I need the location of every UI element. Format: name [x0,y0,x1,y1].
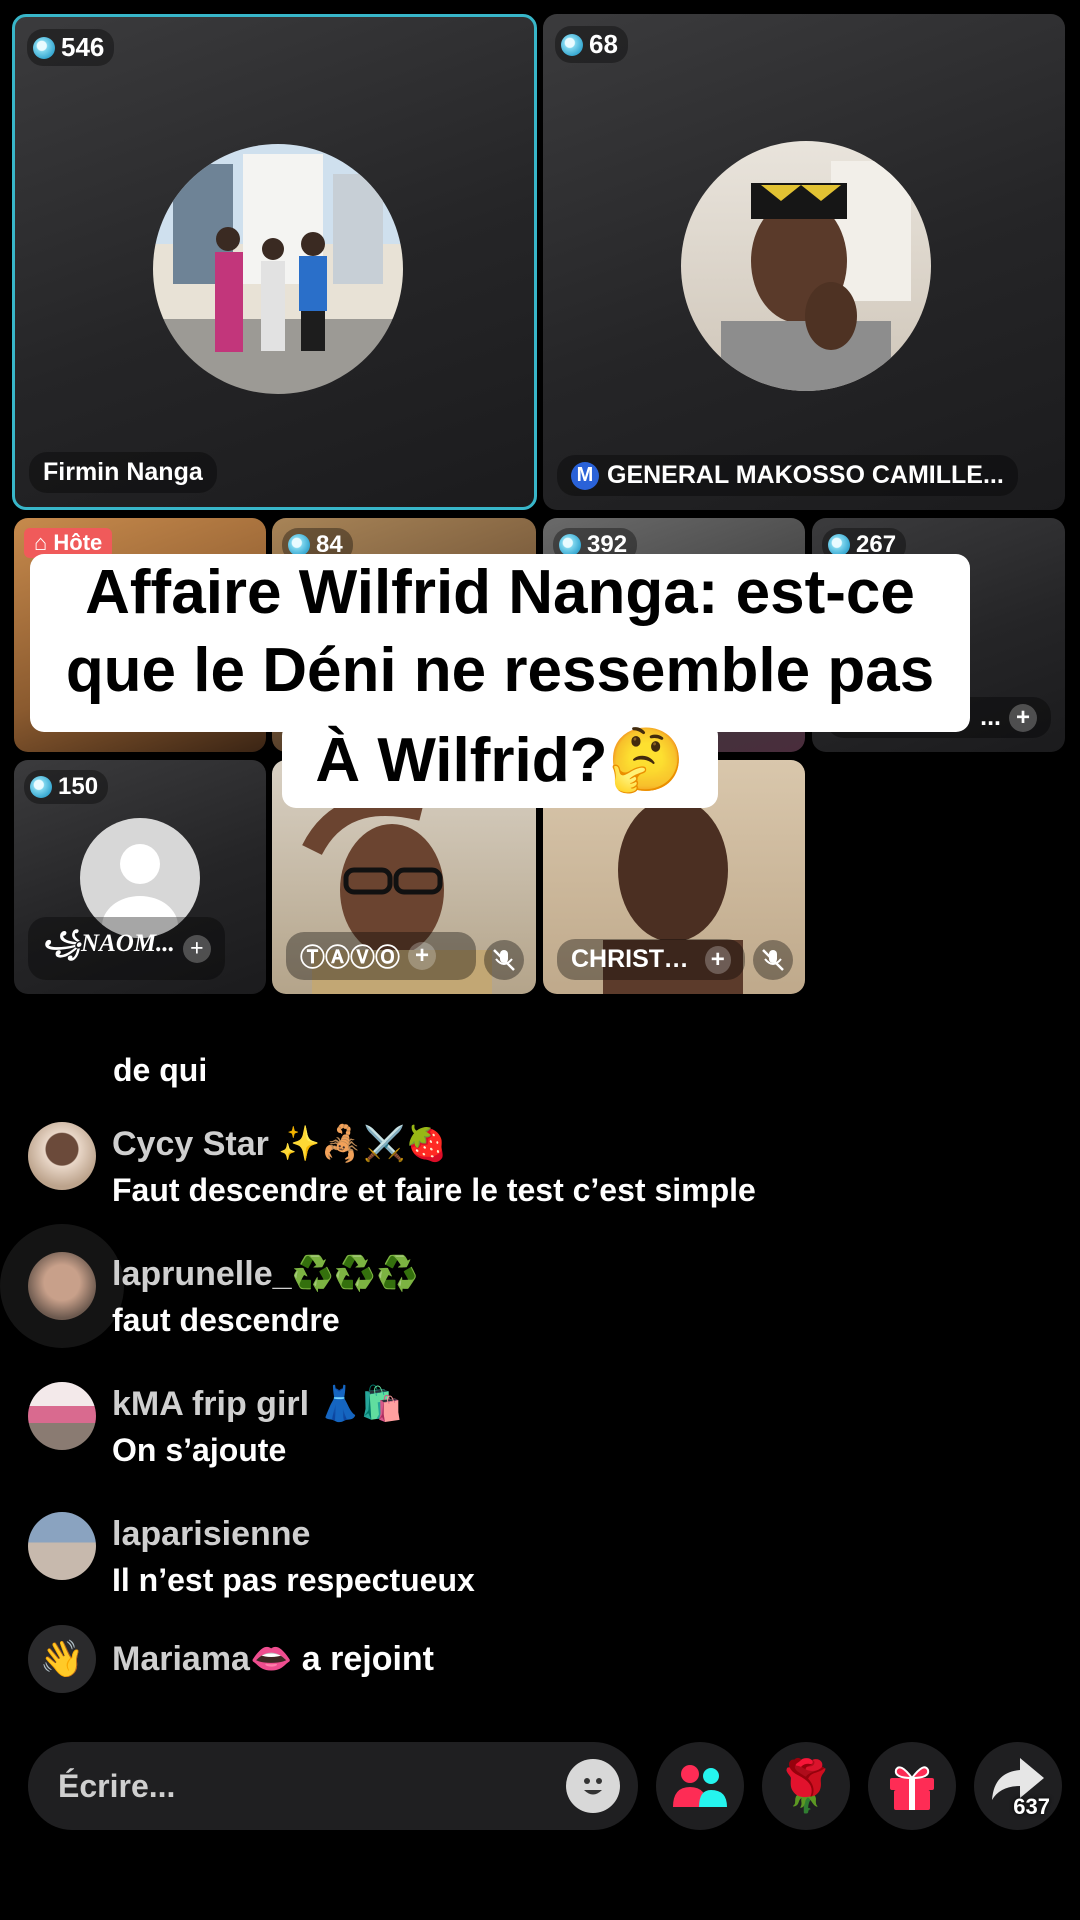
bottom-bar: 🌹 637 [28,1742,1062,1830]
avatar [28,1122,96,1190]
mic-muted-icon [484,940,524,980]
comment-text: faut descendre [112,1302,340,1338]
viewer-count: 150 [24,770,109,804]
gift-button[interactable] [868,1742,956,1830]
viewer-count: 68 [555,26,628,63]
comment-username[interactable]: laparisienne [112,1512,475,1556]
share-button[interactable]: 637 [974,1742,1062,1830]
caption-line-3: À Wilfrid?🤔 [282,722,718,808]
diamond-icon [288,534,310,556]
guest-tile-150[interactable]: 150 ꧁NAOM... + [14,760,266,994]
add-guest-icon[interactable]: + [182,934,211,963]
join-notice: 👋 Mariama👄 a rejoint [28,1625,434,1693]
guest-name-label: ⓉⒶⓋⓄ + [286,932,476,980]
wave-icon: 👋 [28,1625,96,1693]
emoji-icon[interactable] [566,1759,620,1813]
guest-name-label: CHRISTO... + [557,939,745,980]
add-guest-icon[interactable]: + [408,942,437,970]
viewer-count: 546 [27,29,115,66]
comment-username[interactable]: laprunelle_♻️♻️♻️ [112,1252,419,1296]
comment-text: On s’ajoute [112,1432,287,1468]
mic-muted-icon [753,940,793,980]
comment-text: de qui [113,1052,208,1088]
people-icon [673,1765,727,1807]
caption-line-1: Affaire Wilfrid Nanga: est-ce [30,554,970,632]
diamond-icon [559,534,581,556]
guest-tile-firmin[interactable]: 546 Firmin Nanga [12,14,537,510]
diamond-icon [33,36,55,59]
comment-text: Il n’est pas respectueux [112,1562,475,1598]
m-badge-icon: M [571,461,599,490]
gift-icon [890,1766,934,1810]
chat-comment[interactable]: Cycy Star ✨🦂⚔️🍓 Faut descendre et faire … [28,1122,756,1214]
diamond-icon [561,33,583,56]
comment-username[interactable]: Cycy Star ✨🦂⚔️🍓 [112,1122,756,1166]
join-action: a rejoint [301,1640,434,1678]
guest-tile-makosso[interactable]: 68 M GENERAL MAKOSSO CAMILLE... [543,14,1065,510]
guests-button[interactable] [656,1742,744,1830]
caption-line-2: que le Déni ne ressemble pas [30,632,970,732]
diamond-icon [828,534,850,556]
guest-name-label: M GENERAL MAKOSSO CAMILLE... [557,455,1018,496]
avatar [28,1382,96,1450]
guest-name-label: ꧁NAOM... + [28,917,225,980]
chat-comment[interactable]: kMA frip girl 👗🛍️ On s’ajoute [28,1382,403,1474]
share-count: 637 [1013,1794,1050,1819]
guest-name-label: Firmin Nanga [29,452,217,493]
comment-text: Faut descendre et faire le test c’est si… [112,1172,756,1208]
avatar [681,141,931,391]
chat-comment[interactable]: laparisienne Il n’est pas respectueux [28,1512,475,1604]
diamond-icon [30,776,52,798]
join-username[interactable]: Mariama👄 [112,1640,292,1678]
chat-comment[interactable]: laprunelle_♻️♻️♻️ faut descendre [28,1252,419,1344]
rose-icon: 🌹 [774,1758,838,1814]
avatar [28,1252,96,1320]
avatar [28,1512,96,1580]
add-guest-icon[interactable]: + [704,945,731,974]
comment-composer[interactable] [28,1742,638,1830]
avatar [153,144,403,394]
add-guest-icon[interactable]: + [1009,703,1037,732]
rose-gift-button[interactable]: 🌹 [762,1742,850,1830]
comment-username[interactable]: kMA frip girl 👗🛍️ [112,1382,403,1426]
comment-input[interactable] [58,1767,538,1805]
